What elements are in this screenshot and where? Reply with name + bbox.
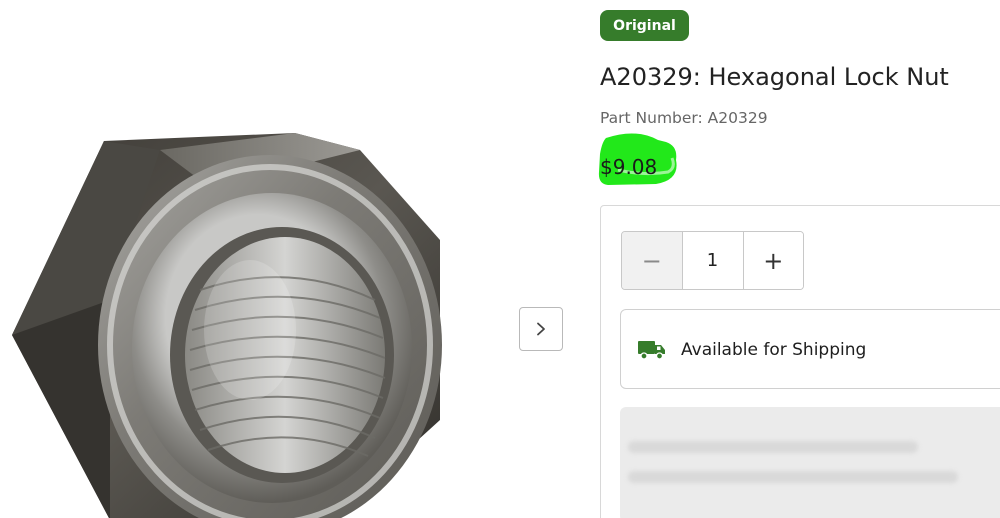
product-image-gallery xyxy=(0,0,585,518)
shipping-availability-card[interactable]: Available for Shipping xyxy=(620,309,1000,389)
next-image-button[interactable] xyxy=(519,307,563,351)
increase-quantity-button[interactable]: + xyxy=(742,232,803,289)
product-image xyxy=(12,133,442,518)
availability-label: Available for Shipping xyxy=(681,340,867,360)
decrease-quantity-button[interactable]: − xyxy=(622,232,683,289)
delivery-truck-icon xyxy=(638,341,665,360)
price: $9.08 xyxy=(600,155,658,179)
chevron-right-icon xyxy=(537,322,545,336)
redacted-section xyxy=(620,407,1000,518)
part-number: Part Number: A20329 xyxy=(600,109,768,127)
original-badge: Original xyxy=(600,10,689,41)
product-title: A20329: Hexagonal Lock Nut xyxy=(600,63,949,91)
price-container: $9.08 xyxy=(596,128,686,188)
quantity-stepper: − + xyxy=(621,231,804,290)
quantity-input[interactable] xyxy=(682,232,743,289)
